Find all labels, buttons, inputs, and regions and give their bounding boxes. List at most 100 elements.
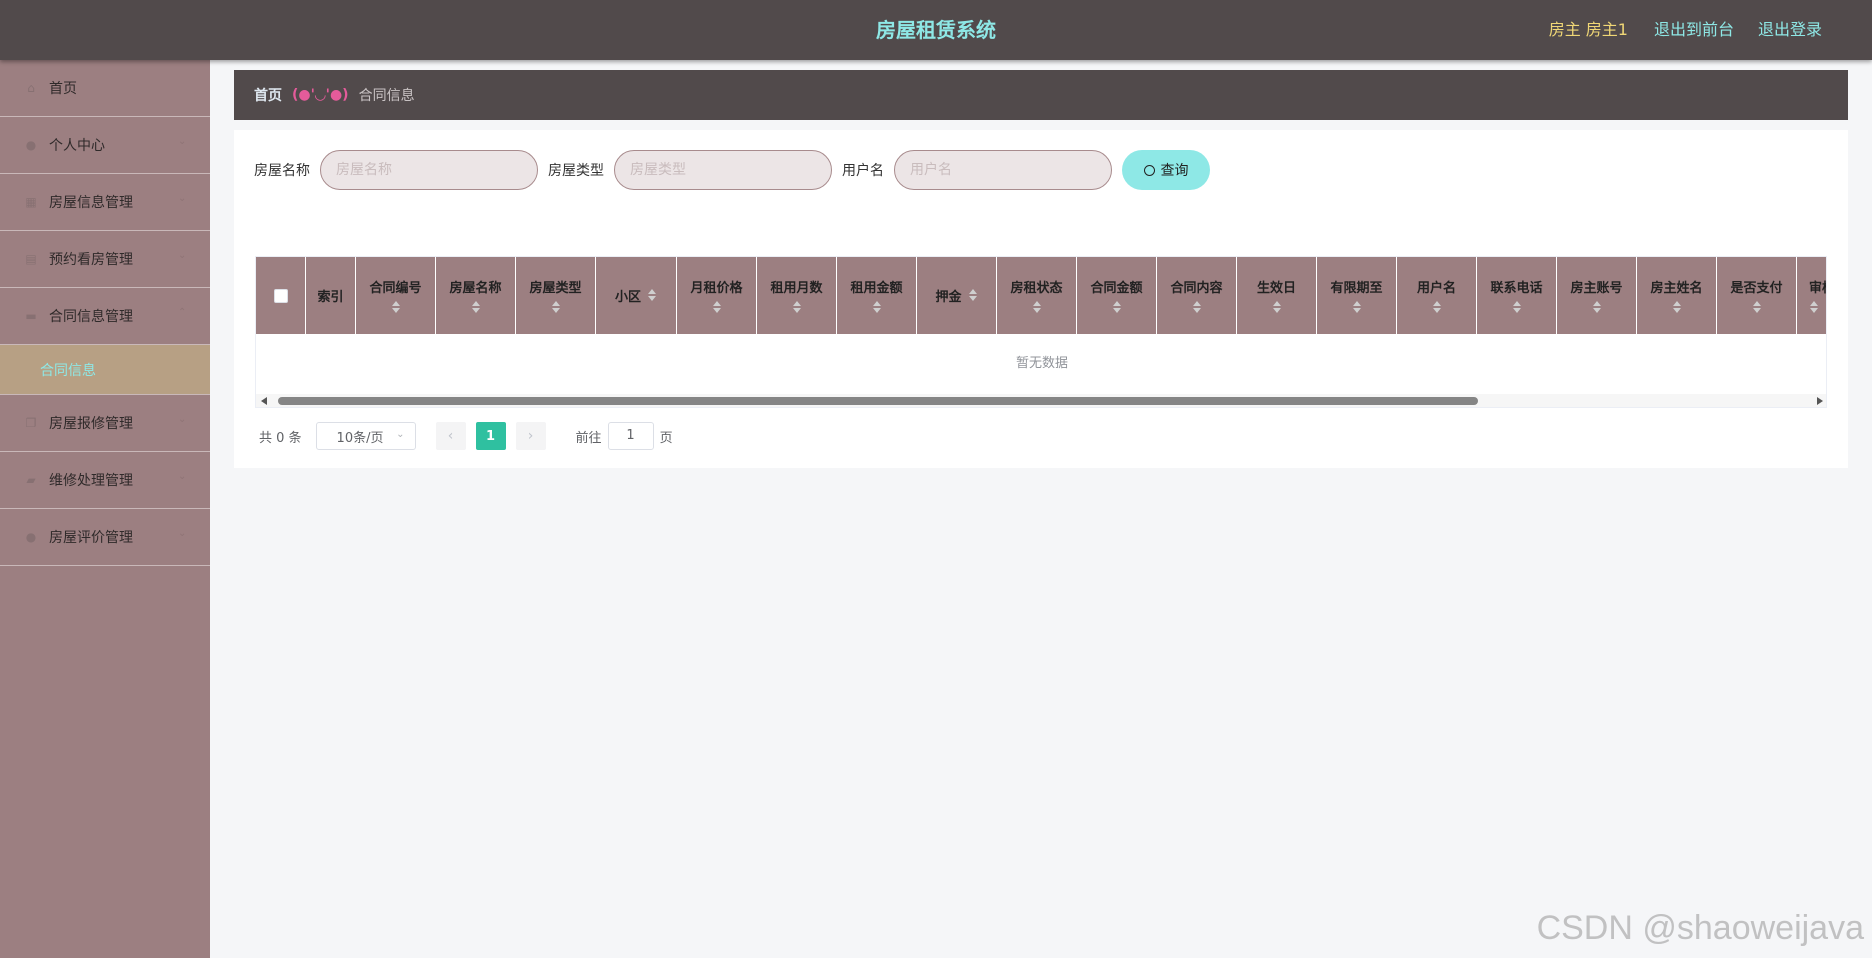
column-header-label: 月租价格 (690, 281, 743, 296)
sort-icon[interactable] (551, 301, 561, 314)
column-header-label: 租用月数 (770, 281, 823, 296)
column-header[interactable]: 合同编号 (356, 257, 436, 334)
sort-icon[interactable] (471, 301, 481, 314)
column-header-label: 租用金额 (850, 281, 903, 296)
breadcrumb: 首页 (●'◡'●) 合同信息 (234, 70, 1848, 120)
sort-icon[interactable] (1672, 301, 1682, 314)
column-header[interactable]: 房主姓名 (1637, 257, 1717, 334)
logout-link[interactable]: 退出登录 (1758, 0, 1822, 60)
sidebar-item-maintenance[interactable]: ▰ 维修处理管理 ⌄ (0, 452, 210, 509)
breadcrumb-separator: (●'◡'●) (292, 87, 349, 103)
prev-page-button[interactable]: ‹ (435, 422, 466, 450)
sort-icon[interactable] (968, 289, 978, 302)
sidebar-item-label: 个人中心 (49, 138, 105, 154)
sort-icon[interactable] (1112, 301, 1122, 314)
column-header[interactable]: 押金 (917, 257, 997, 334)
sort-icon[interactable] (1352, 301, 1362, 314)
sidebar-item-label: 预约看房管理 (49, 252, 133, 268)
column-header[interactable]: 合同金额 (1077, 257, 1157, 334)
column-header-label: 小区 (614, 290, 641, 305)
pagination: 共 0 条 10条/页 ⌄ ‹ 1 › 前往 1 页 (259, 422, 673, 450)
sidebar-item-label: 房屋报修管理 (49, 416, 133, 432)
sidebar-item-label: 维修处理管理 (49, 473, 133, 489)
sort-icon[interactable] (1032, 301, 1042, 314)
house-name-input[interactable] (320, 150, 538, 190)
column-header[interactable]: 房屋名称 (436, 257, 516, 334)
sidebar-item-personal-center[interactable]: ● 个人中心 ⌄ (0, 117, 210, 174)
column-header[interactable]: 租用金额 (837, 257, 917, 334)
chevron-down-icon: ⌄ (178, 193, 187, 204)
select-all-checkbox[interactable] (273, 288, 288, 303)
total-count: 共 0 条 (259, 430, 302, 446)
sort-icon[interactable] (792, 301, 802, 314)
exit-to-front-link[interactable]: 退出到前台 (1654, 0, 1734, 60)
column-header[interactable]: 小区 (596, 257, 677, 334)
column-header[interactable]: 月租价格 (677, 257, 757, 334)
sort-icon[interactable] (1192, 301, 1202, 314)
sort-icon[interactable] (1752, 301, 1762, 314)
username-input[interactable] (894, 150, 1112, 190)
page-size-select[interactable]: 10条/页 ⌄ (315, 422, 416, 450)
sort-icon[interactable] (1592, 301, 1602, 314)
search-button[interactable]: 查询 (1122, 150, 1210, 190)
search-icon (1143, 164, 1155, 176)
sort-icon[interactable] (712, 301, 722, 314)
calendar-icon: ▤ (25, 252, 37, 266)
sort-icon[interactable] (1432, 301, 1442, 314)
column-header-label: 用户名 (1416, 281, 1456, 296)
column-header[interactable]: 是否支付 (1717, 257, 1797, 334)
next-page-button[interactable]: › (515, 422, 546, 450)
sidebar-item-review[interactable]: ● 房屋评价管理 ⌄ (0, 509, 210, 566)
column-header[interactable]: 房主账号 (1557, 257, 1637, 334)
column-header-label: 合同编号 (369, 281, 422, 296)
sort-icon[interactable] (1272, 301, 1282, 314)
column-header[interactable]: 房租状态 (997, 257, 1077, 334)
column-header-label: 索引 (317, 290, 344, 305)
column-header[interactable]: 用户名 (1397, 257, 1477, 334)
current-user: 房主 房主1 (1548, 20, 1628, 39)
house-type-label: 房屋类型 (548, 163, 604, 179)
column-header[interactable]: 联系电话 (1477, 257, 1557, 334)
sidebar-item-viewing[interactable]: ▤ 预约看房管理 ⌄ (0, 231, 210, 288)
column-header-label: 房屋类型 (529, 281, 582, 296)
breadcrumb-home[interactable]: 首页 (254, 85, 282, 105)
empty-state: 暂无数据 (1015, 356, 1068, 371)
sort-icon[interactable] (391, 301, 401, 314)
column-header[interactable]: 房屋类型 (516, 257, 596, 334)
column-header-label: 合同内容 (1170, 281, 1223, 296)
username-label: 用户名 (842, 163, 884, 179)
sidebar-item-contract[interactable]: ▬ 合同信息管理 ⌃ (0, 288, 210, 345)
column-header[interactable]: 生效日 (1237, 257, 1317, 334)
watermark: CSDN @shaoweijava (1536, 909, 1864, 947)
sidebar-item-house-info[interactable]: ▦ 房屋信息管理 ⌄ (0, 174, 210, 231)
sort-icon[interactable] (647, 289, 657, 302)
page-number-active[interactable]: 1 (475, 422, 506, 450)
scroll-left-icon[interactable] (261, 397, 267, 405)
column-header-label: 房主账号 (1570, 281, 1623, 296)
sidebar-subitem-contract-info[interactable]: 合同信息 (0, 345, 210, 395)
column-header[interactable]: 审核 (1797, 257, 1826, 334)
sidebar-item-home[interactable]: ⌂ 首页 (0, 60, 210, 117)
column-header-label: 房租状态 (1010, 281, 1063, 296)
column-header[interactable]: 租用月数 (757, 257, 837, 334)
search-button-label: 查询 (1160, 163, 1189, 179)
sort-icon[interactable] (872, 301, 882, 314)
scroll-right-icon[interactable] (1817, 397, 1823, 405)
goto-page-input[interactable]: 1 (607, 422, 654, 450)
person-icon: ● (25, 530, 37, 544)
sort-icon[interactable] (1809, 301, 1819, 314)
contract-table: 索引 合同编号 房屋名称 房屋类型 小区 月租价格 租用月数 租用金额 押金 房… (255, 256, 1827, 408)
column-header[interactable]: 有限期至 (1317, 257, 1397, 334)
sidebar-item-label: 房屋信息管理 (49, 195, 133, 211)
horizontal-scrollbar[interactable] (256, 394, 1826, 407)
column-header-label: 是否支付 (1730, 281, 1783, 296)
chevron-down-icon: ⌄ (396, 429, 405, 440)
sidebar-item-label: 房屋评价管理 (49, 530, 133, 546)
sort-icon[interactable] (1512, 301, 1522, 314)
column-header-label: 押金 (935, 290, 962, 305)
scrollbar-thumb[interactable] (278, 397, 1478, 405)
column-header-label: 合同金额 (1090, 281, 1143, 296)
sidebar-item-repair[interactable]: ❐ 房屋报修管理 ⌄ (0, 395, 210, 452)
column-header[interactable]: 合同内容 (1157, 257, 1237, 334)
house-type-input[interactable] (614, 150, 832, 190)
